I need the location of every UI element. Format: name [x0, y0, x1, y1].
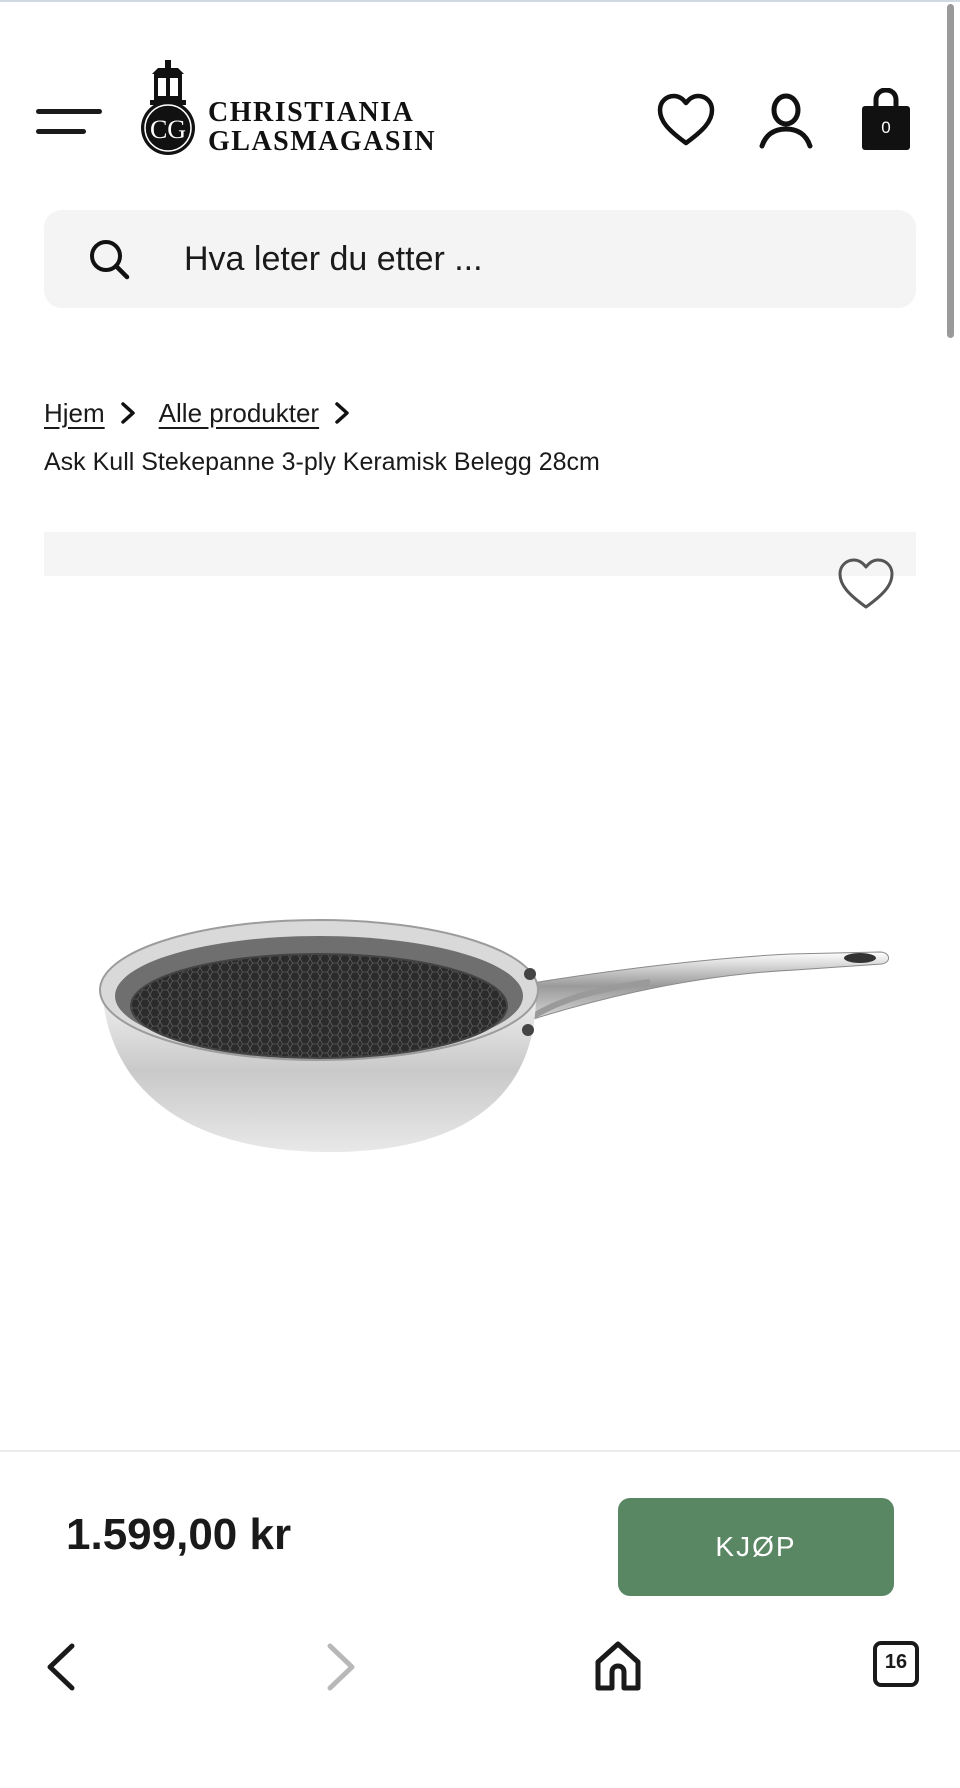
brand-logo[interactable]: CG CHRISTIANIA GLASMAGASIN	[136, 60, 446, 160]
product-wishlist-button[interactable]	[836, 556, 896, 612]
forward-button[interactable]	[318, 1640, 362, 1694]
chevron-right-icon	[335, 402, 349, 424]
brand-name-line1: CHRISTIANIA	[208, 97, 415, 128]
frying-pan-image	[99, 919, 889, 1152]
user-icon	[759, 93, 813, 149]
image-gallery-strip	[44, 532, 916, 576]
chevron-right-icon	[327, 1643, 355, 1691]
breadcrumb: Hjem Alle produkter	[44, 394, 373, 432]
product-price: 1.599,00 kr	[66, 1510, 292, 1559]
chevron-left-icon	[47, 1643, 75, 1691]
breadcrumb-all-products-link[interactable]: Alle produkter	[159, 398, 319, 429]
cart-count: 0	[881, 118, 891, 137]
wishlist-button[interactable]	[656, 92, 716, 148]
heart-icon	[657, 93, 715, 146]
buy-button[interactable]: KJØP	[618, 1498, 894, 1596]
chevron-right-icon	[120, 402, 135, 424]
back-button[interactable]	[40, 1640, 84, 1694]
breadcrumb-current-product: Ask Kull Stekepanne 3-ply Keramisk Beleg…	[44, 448, 600, 476]
site-header: CG CHRISTIANIA GLASMAGASIN 0	[0, 0, 960, 200]
lantern-monogram-icon: CG	[141, 60, 195, 155]
search-input[interactable]: Hva leter du etter ...	[44, 210, 916, 308]
page: CG CHRISTIANIA GLASMAGASIN 0 Hva leter d…	[0, 0, 960, 1788]
monogram-text: CG	[150, 115, 186, 144]
buy-bar: 1.599,00 kr KJØP	[0, 1450, 960, 1610]
breadcrumb-home-link[interactable]: Hjem	[44, 398, 105, 429]
home-icon	[595, 1641, 641, 1691]
tabs-count: 16	[884, 1651, 908, 1673]
search-icon	[90, 240, 130, 280]
brand-name: CHRISTIANIA GLASMAGASIN	[208, 98, 436, 156]
hamburger-icon-line	[36, 129, 86, 134]
home-button[interactable]	[592, 1638, 644, 1694]
hamburger-menu-button[interactable]	[36, 106, 102, 136]
browser-nav-bar: 16	[0, 1610, 960, 1788]
cart-button[interactable]: 0	[860, 88, 912, 152]
heart-icon	[838, 558, 894, 609]
brand-name-line2: GLASMAGASIN	[208, 126, 437, 157]
hamburger-icon-line	[36, 109, 102, 114]
product-image[interactable]	[90, 900, 910, 1180]
account-button[interactable]	[758, 92, 814, 150]
search-placeholder: Hva leter du etter ...	[184, 240, 483, 278]
tabs-button[interactable]: 16	[872, 1640, 920, 1688]
